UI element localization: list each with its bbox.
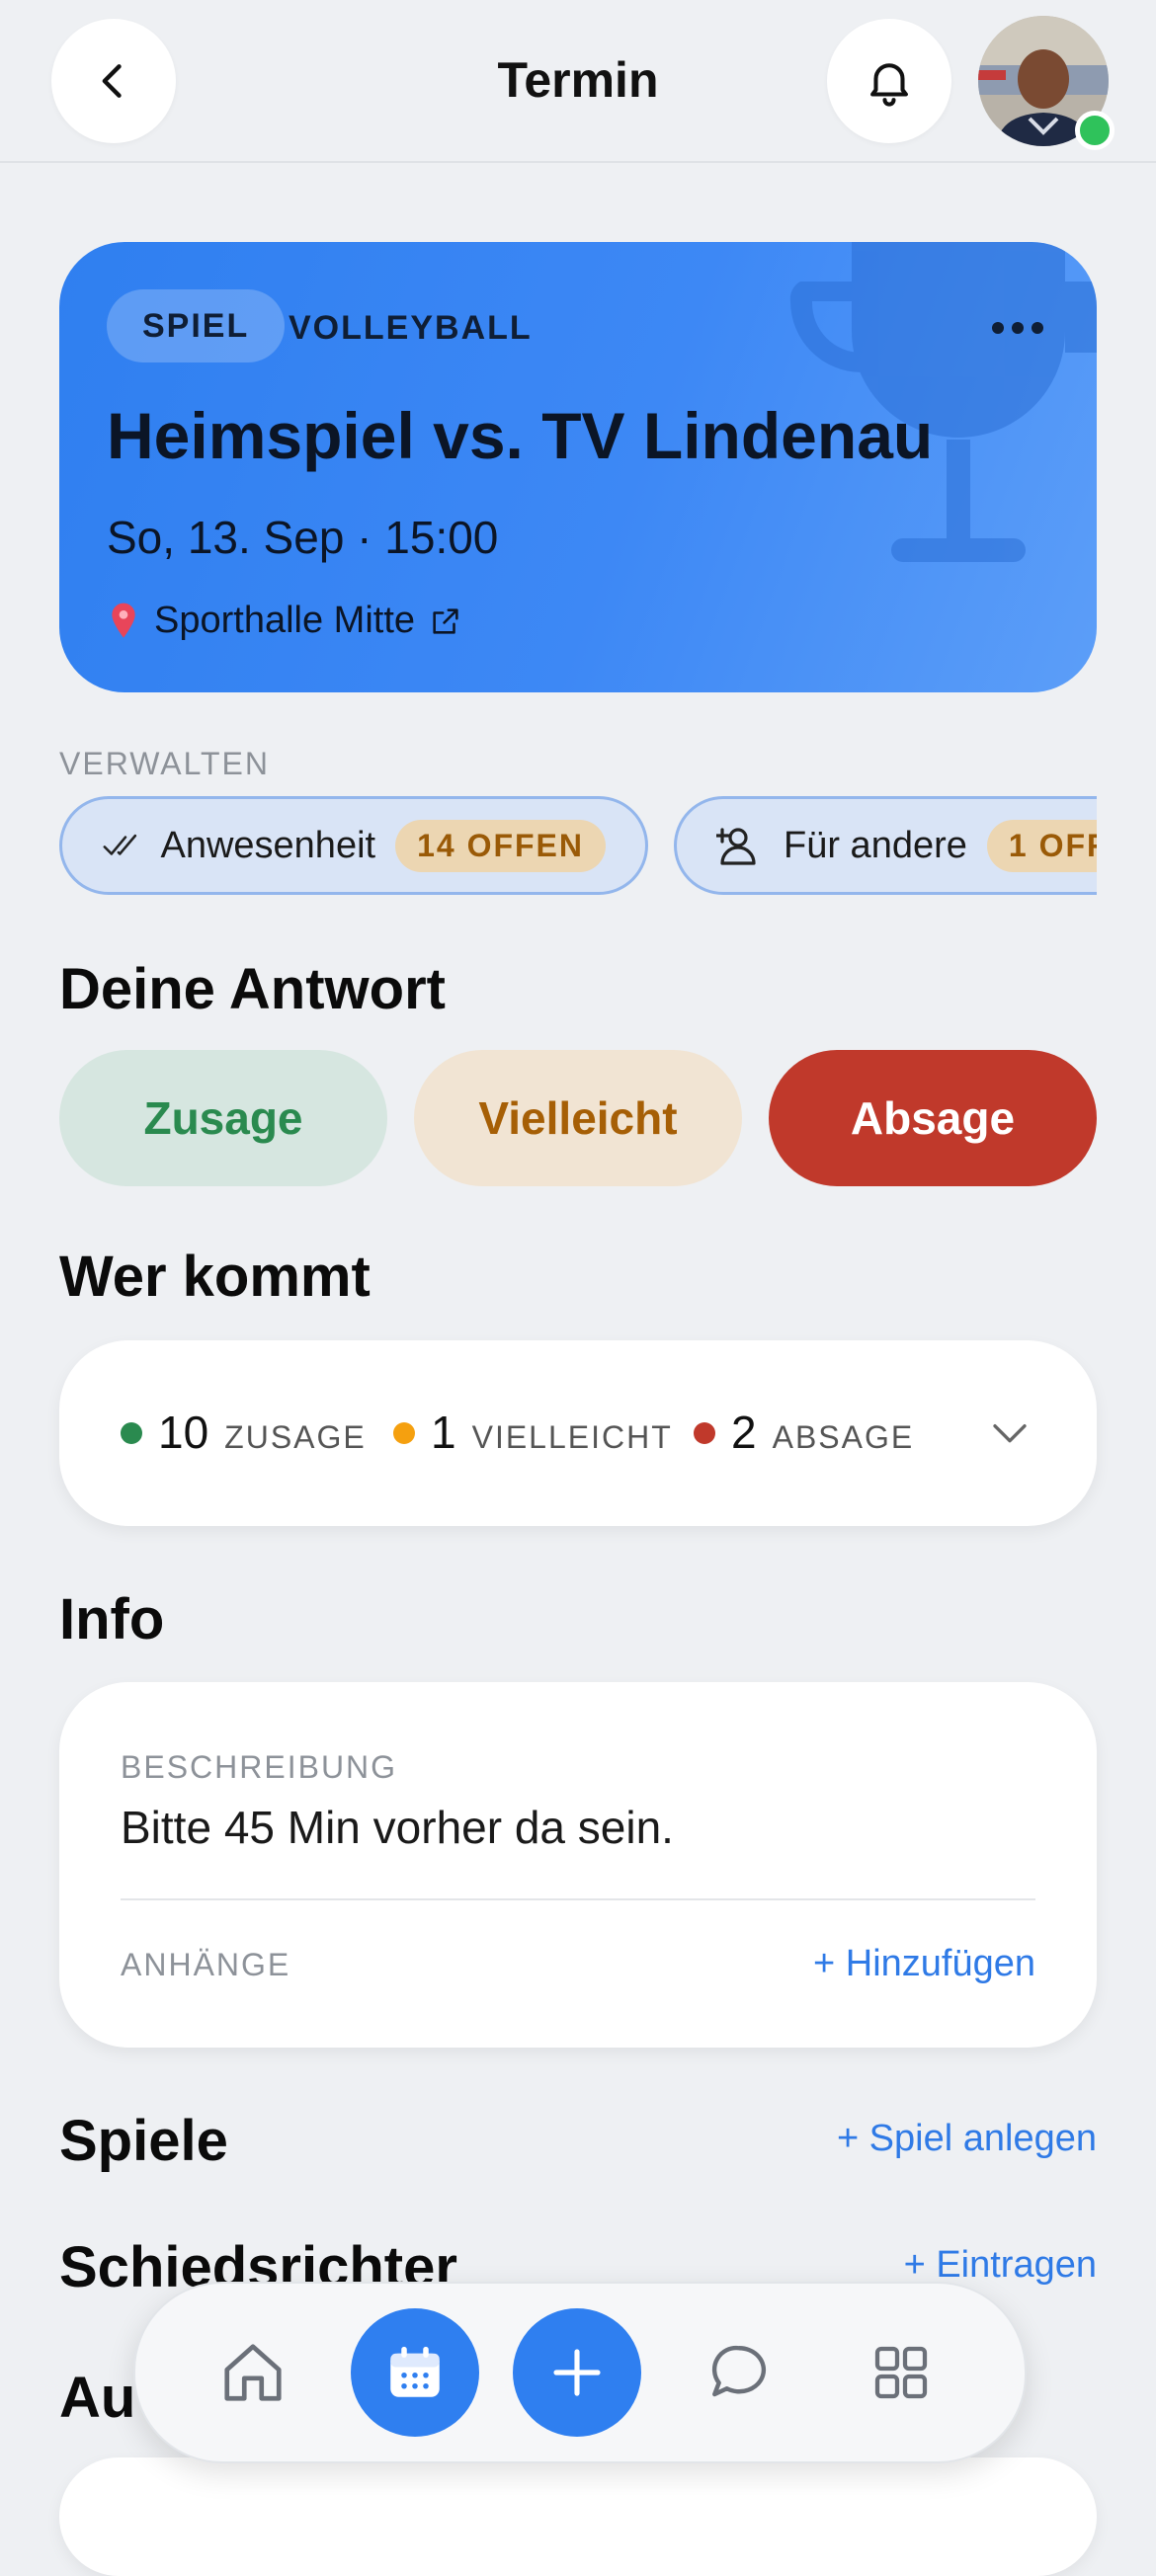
event-title: Heimspiel vs. TV Lindenau — [107, 399, 934, 472]
attendance-chip-label: Anwesenheit — [160, 824, 376, 866]
yes-count: 10 — [158, 1407, 209, 1458]
nav-more[interactable] — [837, 2308, 965, 2437]
double-check-icon — [103, 834, 137, 855]
add-referee-link[interactable]: + Eintragen — [904, 2244, 1097, 2287]
nav-home[interactable] — [189, 2308, 317, 2437]
maybe-count: 1 — [431, 1407, 456, 1458]
calendar-icon — [390, 2346, 440, 2397]
attendance-open-badge: 14 OFFEN — [395, 819, 606, 872]
rsvp-maybe-button[interactable]: Vielleicht — [414, 1050, 742, 1186]
info-card: BESCHREIBUNG Bitte 45 Min vorher da sein… — [59, 1682, 1097, 2048]
notifications-button[interactable] — [827, 19, 951, 143]
rsvp-no-button[interactable]: Absage — [769, 1050, 1097, 1186]
nav-create-button[interactable] — [513, 2308, 641, 2437]
description-text: Bitte 45 Min vorher da sein. — [121, 1802, 674, 1853]
maybe-dot — [393, 1422, 415, 1444]
yes-stat: 10 ZUSAGE — [121, 1406, 367, 1459]
yes-label: ZUSAGE — [224, 1419, 367, 1455]
response-heading: Deine Antwort — [59, 957, 446, 1021]
chat-icon — [711, 2345, 767, 2397]
bottom-nav — [133, 2282, 1027, 2463]
more-icon — [992, 322, 1043, 334]
nav-calendar[interactable] — [351, 2308, 479, 2437]
for-others-chip[interactable]: Für andere 1 OFF — [674, 796, 1097, 895]
more-options-button[interactable] — [978, 303, 1057, 353]
event-location-link[interactable]: Sporthalle Mitte — [107, 600, 462, 642]
plus-icon — [553, 2349, 601, 2396]
no-dot — [694, 1422, 715, 1444]
games-heading: Spiele — [59, 2109, 228, 2173]
maybe-stat: 1 VIELLEICHT — [393, 1406, 673, 1459]
partial-section-heading: Au — [59, 2366, 136, 2430]
for-others-open-badge: 1 OFF — [986, 819, 1097, 872]
external-link-icon — [433, 607, 458, 634]
add-user-icon — [716, 828, 756, 865]
event-sport-label: VOLLEYBALL — [289, 309, 533, 347]
attendance-chip[interactable]: Anwesenheit 14 OFFEN — [59, 796, 648, 895]
grid-icon — [874, 2346, 928, 2399]
event-type-badge: SPIEL — [107, 289, 286, 362]
attendance-summary-card[interactable]: 10 ZUSAGE 1 VIELLEICHT 2 ABSAGE — [59, 1340, 1097, 1526]
chevron-down-icon[interactable] — [990, 1419, 1030, 1449]
location-pin-icon — [112, 603, 135, 638]
info-divider — [121, 1898, 1035, 1900]
no-count: 2 — [731, 1407, 757, 1458]
no-label: ABSAGE — [772, 1419, 915, 1455]
online-status-dot — [1075, 111, 1115, 150]
no-stat: 2 ABSAGE — [694, 1406, 914, 1459]
home-icon — [224, 2344, 282, 2401]
attachments-label: ANHÄNGE — [121, 1947, 291, 1982]
description-label: BESCHREIBUNG — [121, 1749, 398, 1785]
manage-chip-row: Anwesenheit 14 OFFEN Für andere 1 OFF — [59, 796, 1097, 899]
event-date: So, 13. Sep · 15:00 — [107, 512, 499, 563]
attendance-heading: Wer kommt — [59, 1245, 371, 1309]
maybe-label: VIELLEICHT — [471, 1419, 673, 1455]
rsvp-yes-button[interactable]: Zusage — [59, 1050, 387, 1186]
for-others-chip-label: Für andere — [784, 824, 967, 866]
add-attachment-link[interactable]: + Hinzufügen — [813, 1943, 1035, 1985]
info-heading: Info — [59, 1587, 165, 1651]
yes-dot — [121, 1422, 142, 1444]
create-game-link[interactable]: + Spiel anlegen — [837, 2118, 1097, 2160]
event-location-text: Sporthalle Mitte — [154, 600, 416, 641]
event-card: SPIEL VOLLEYBALL Heimspiel vs. TV Linden… — [59, 242, 1097, 692]
manage-section-label: VERWALTEN — [59, 746, 270, 781]
partial-section-card — [59, 2457, 1097, 2576]
bell-icon — [870, 63, 908, 107]
nav-chat[interactable] — [675, 2308, 803, 2437]
